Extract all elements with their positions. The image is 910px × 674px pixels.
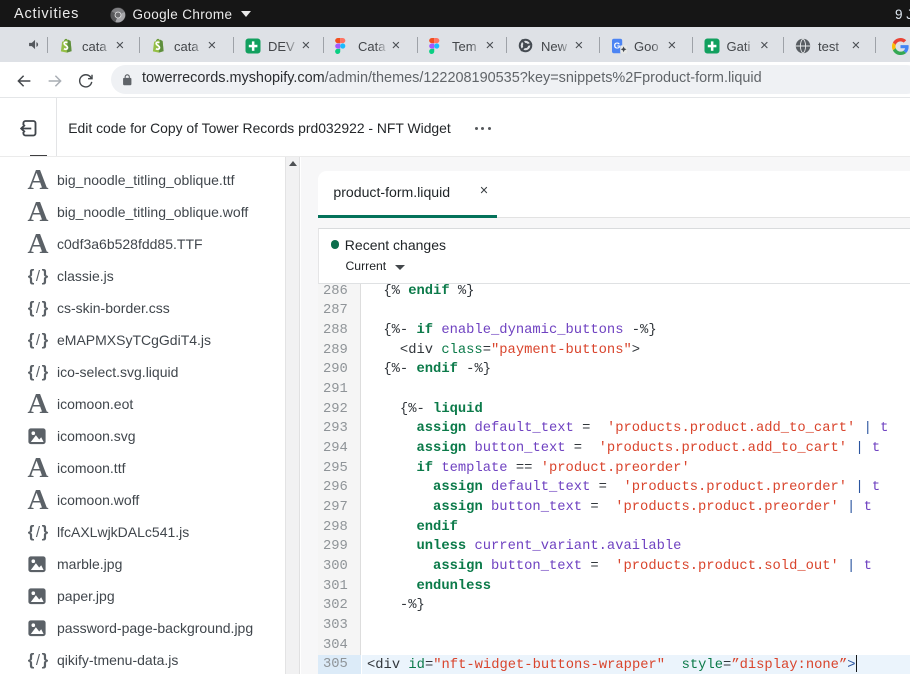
svg-text:G: G xyxy=(614,40,621,50)
